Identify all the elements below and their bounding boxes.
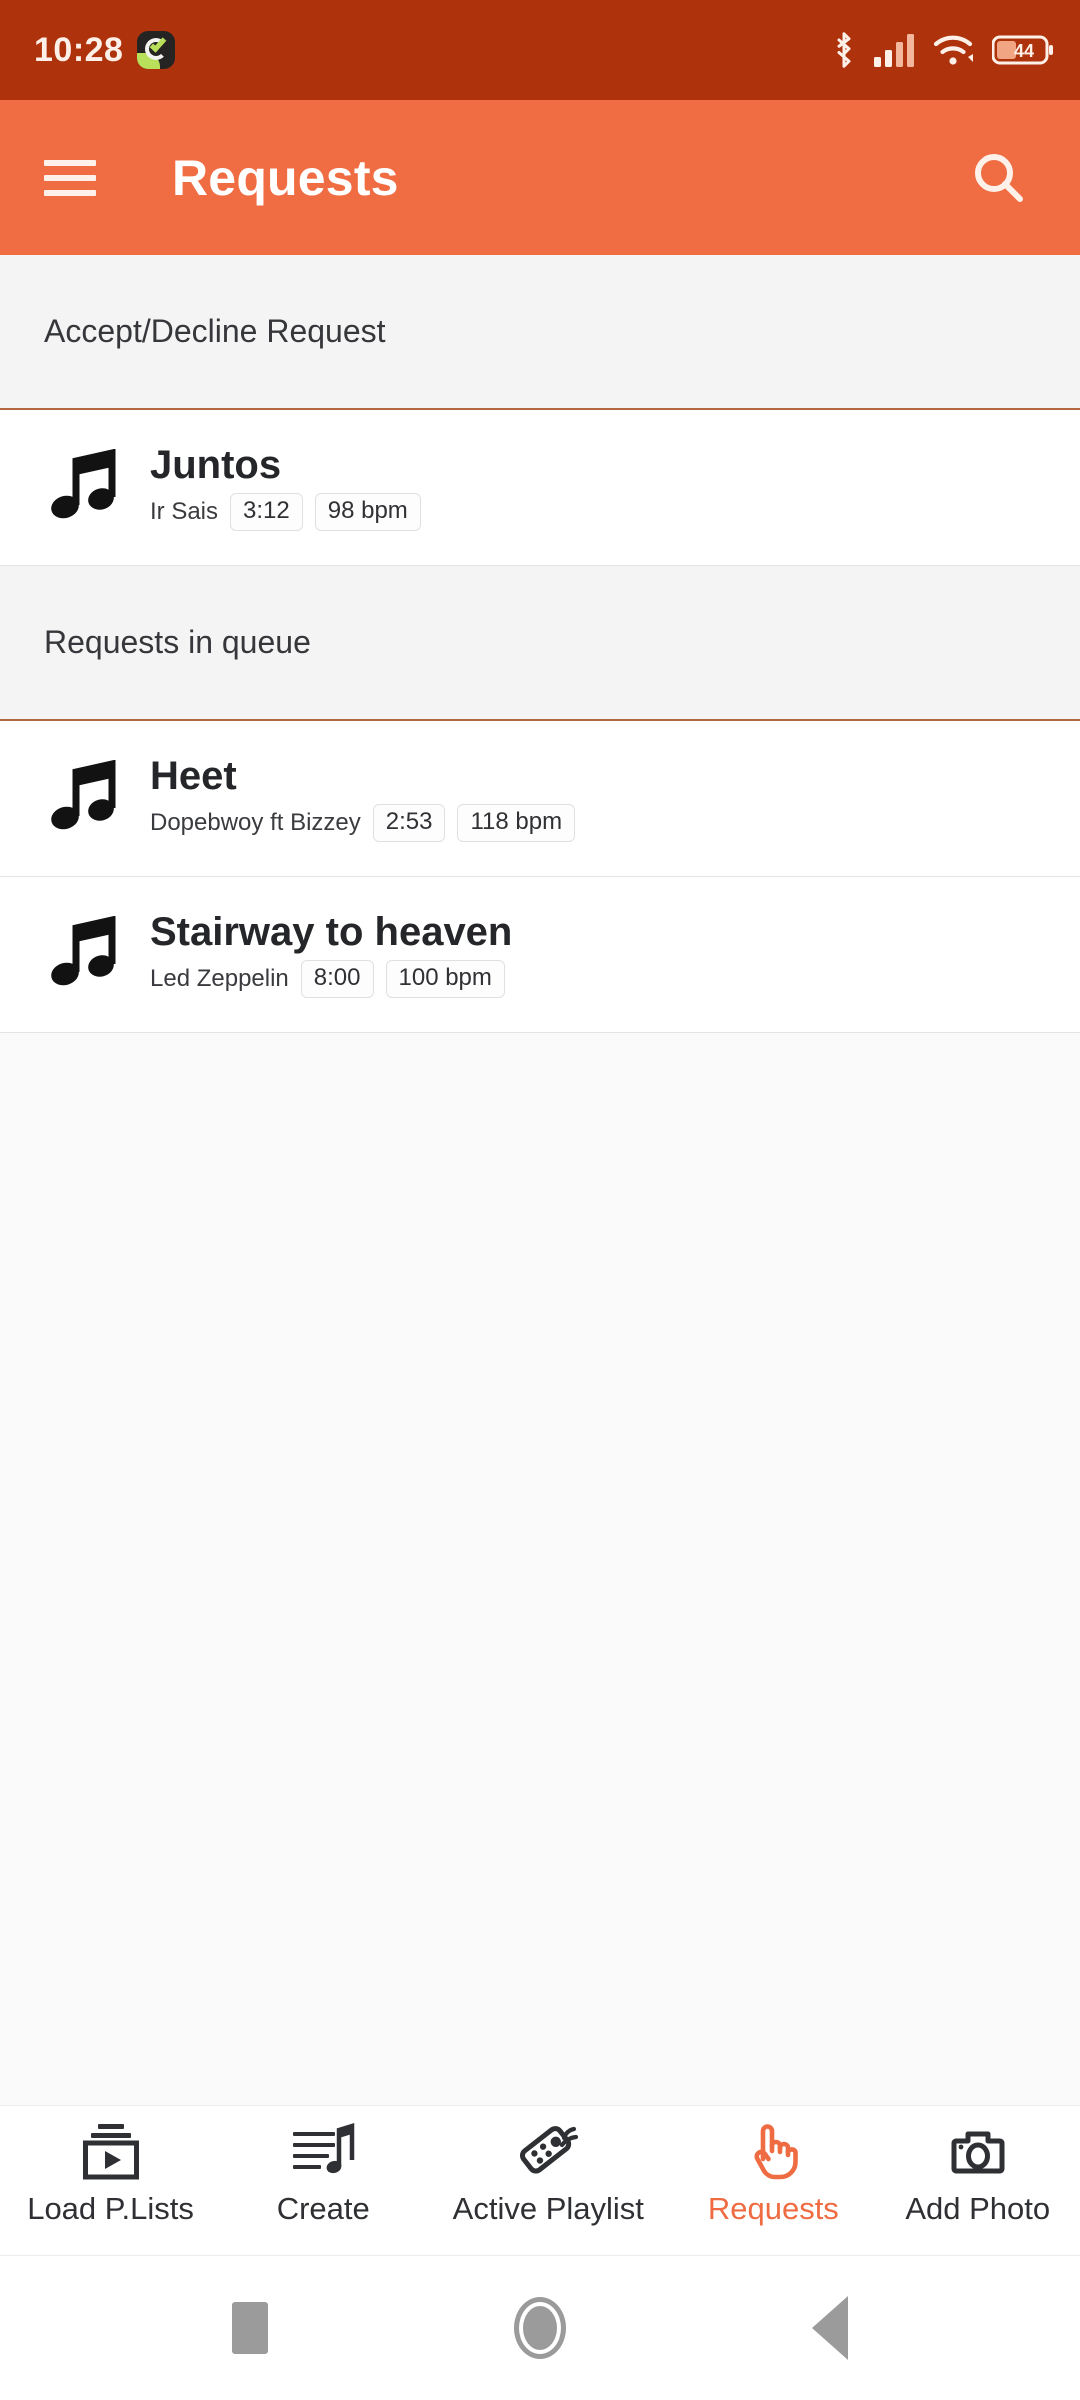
nav-label: Active Playlist	[452, 2191, 644, 2226]
battery-level-text: 44	[1014, 41, 1034, 61]
song-title: Heet	[150, 754, 237, 799]
nav-item-requests[interactable]: Requests	[698, 2120, 848, 2227]
music-sheet-icon	[291, 2120, 355, 2182]
hamburger-menu-icon[interactable]	[44, 159, 96, 196]
song-duration-chip: 3:12	[230, 492, 303, 531]
section-header-accept-decline: Accept/Decline Request	[0, 255, 1080, 410]
app-bar: Requests	[0, 100, 1080, 255]
song-duration-chip: 8:00	[300, 959, 374, 998]
nav-item-create[interactable]: Create	[248, 2120, 398, 2227]
song-info: Heet Dopebwoy ft Bizzey 2:53 118 bpm	[150, 754, 576, 842]
pointing-hand-icon	[741, 2120, 805, 2182]
section-header-label: Requests in queue	[44, 624, 311, 660]
nav-item-active-playlist[interactable]: Active Playlist	[453, 2120, 644, 2227]
android-navigation-bar	[0, 2255, 1080, 2400]
nav-item-load-playlists[interactable]: Load P.Lists	[27, 2120, 194, 2227]
battery-icon: 44	[992, 34, 1054, 66]
status-bar: 10:28 44	[0, 0, 1080, 100]
nav-label: Add Photo	[905, 2191, 1051, 2226]
status-bar-clock: 10:28	[34, 30, 124, 69]
song-bpm-chip: 100 bpm	[385, 959, 505, 998]
song-meta: Dopebwoy ft Bizzey 2:53 118 bpm	[150, 803, 576, 842]
song-artist: Dopebwoy ft Bizzey	[150, 808, 361, 836]
song-title: Stairway to heaven	[150, 910, 513, 955]
table-row[interactable]: Heet Dopebwoy ft Bizzey 2:53 118 bpm	[0, 721, 1080, 877]
song-title: Juntos	[150, 443, 282, 488]
song-duration-chip: 2:53	[372, 803, 446, 842]
song-bpm-chip: 118 bpm	[457, 803, 576, 842]
song-artist: Led Zeppelin	[150, 964, 289, 992]
section-header-requests-queue: Requests in queue	[0, 566, 1080, 721]
song-artist: Ir Sais	[150, 497, 219, 525]
nav-label: Create	[276, 2191, 370, 2226]
recents-square-icon[interactable]	[215, 2293, 285, 2363]
home-circle-icon[interactable]	[505, 2293, 575, 2363]
music-note-icon	[48, 448, 122, 527]
back-triangle-icon[interactable]	[795, 2293, 865, 2363]
wifi-icon	[933, 33, 977, 67]
bottom-navigation: Load P.Lists Create Active Playlist Requ…	[0, 2105, 1080, 2255]
remote-control-icon	[516, 2120, 580, 2182]
nav-item-add-photo[interactable]: Add Photo	[903, 2120, 1053, 2227]
nav-label: Load P.Lists	[27, 2191, 194, 2226]
song-info: Juntos Ir Sais 3:12 98 bpm	[150, 443, 421, 531]
music-note-icon	[48, 759, 122, 838]
music-note-icon	[48, 915, 122, 994]
bluetooth-icon	[829, 30, 859, 70]
playlist-play-icon	[79, 2120, 143, 2182]
camera-icon	[946, 2120, 1010, 2182]
song-meta: Ir Sais 3:12 98 bpm	[150, 492, 421, 531]
page-title: Requests	[172, 149, 399, 206]
section-header-label: Accept/Decline Request	[44, 313, 386, 349]
request-list: Accept/Decline Request Juntos Ir Sais 3:…	[0, 255, 1080, 2105]
song-meta: Led Zeppelin 8:00 100 bpm	[150, 959, 512, 998]
phone-screen: 10:28 44 Requests Accept/Decline Request…	[0, 0, 1080, 2400]
song-info: Stairway to heaven Led Zeppelin 8:00 100…	[150, 910, 513, 998]
nav-label: Requests	[707, 2191, 839, 2226]
status-bar-icons: 44	[829, 30, 1054, 70]
search-icon[interactable]	[954, 133, 1044, 223]
table-row[interactable]: Stairway to heaven Led Zeppelin 8:00 100…	[0, 877, 1080, 1033]
checkmark-app-icon	[137, 31, 176, 69]
cellular-signal-icon	[874, 33, 918, 67]
song-bpm-chip: 98 bpm	[314, 492, 421, 531]
table-row[interactable]: Juntos Ir Sais 3:12 98 bpm	[0, 410, 1080, 566]
